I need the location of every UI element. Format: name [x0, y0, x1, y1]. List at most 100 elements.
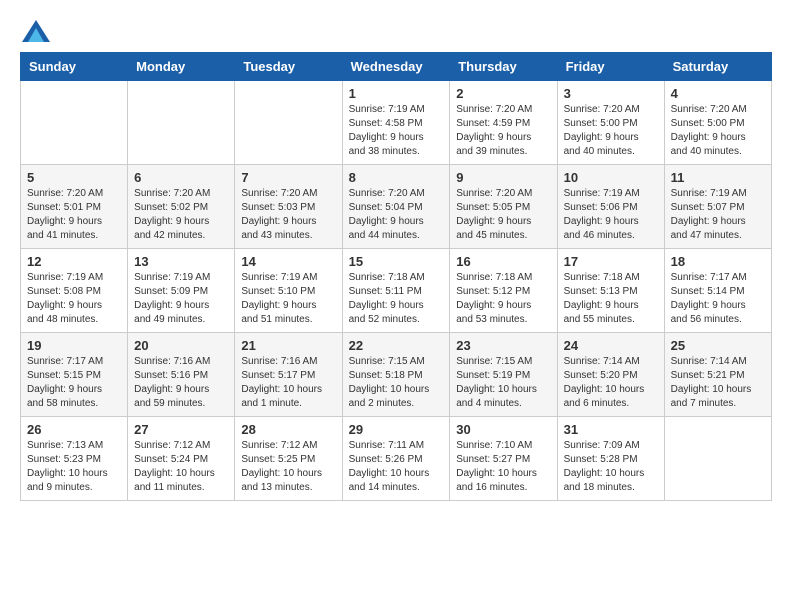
calendar-cell [21, 81, 128, 165]
calendar-cell: 8 Sunrise: 7:20 AM Sunset: 5:04 PM Daylig… [342, 165, 450, 249]
day-info: Sunrise: 7:19 AM Sunset: 5:06 PM Dayligh… [564, 187, 658, 243]
calendar-cell [235, 81, 342, 165]
day-info: Sunrise: 7:18 AM Sunset: 5:13 PM Dayligh… [564, 271, 658, 327]
day-number: 2 [456, 86, 550, 101]
day-info: Sunrise: 7:17 AM Sunset: 5:15 PM Dayligh… [27, 355, 121, 411]
day-number: 31 [564, 422, 658, 437]
day-info: Sunrise: 7:18 AM Sunset: 5:11 PM Dayligh… [349, 271, 444, 327]
logo-icon [22, 20, 50, 42]
calendar-cell: 25 Sunrise: 7:14 AM Sunset: 5:21 PM Dayli… [664, 333, 771, 417]
day-number: 10 [564, 170, 658, 185]
calendar-cell: 27 Sunrise: 7:12 AM Sunset: 5:24 PM Dayli… [128, 417, 235, 501]
day-info: Sunrise: 7:19 AM Sunset: 4:58 PM Dayligh… [349, 103, 444, 159]
day-number: 11 [671, 170, 765, 185]
day-number: 16 [456, 254, 550, 269]
day-number: 28 [241, 422, 335, 437]
day-info: Sunrise: 7:19 AM Sunset: 5:07 PM Dayligh… [671, 187, 765, 243]
calendar-cell: 28Sunrise: 7:12 AM Sunset: 5:25 PM Dayli… [235, 417, 342, 501]
calendar-week-1: 1 Sunrise: 7:19 AM Sunset: 4:58 PM Daylig… [21, 81, 772, 165]
day-number: 20 [134, 338, 228, 353]
calendar-week-2: 5 Sunrise: 7:20 AM Sunset: 5:01 PM Daylig… [21, 165, 772, 249]
calendar-cell: 16 Sunrise: 7:18 AM Sunset: 5:12 PM Dayli… [450, 249, 557, 333]
day-header-wednesday: Wednesday [342, 53, 450, 81]
calendar-cell: 4 Sunrise: 7:20 AM Sunset: 5:00 PM Daylig… [664, 81, 771, 165]
calendar-cell [128, 81, 235, 165]
calendar-cell: 11 Sunrise: 7:19 AM Sunset: 5:07 PM Dayli… [664, 165, 771, 249]
day-number: 21 [241, 338, 335, 353]
day-number: 18 [671, 254, 765, 269]
day-info: Sunrise: 7:20 AM Sunset: 5:00 PM Dayligh… [671, 103, 765, 159]
calendar-cell: 22Sunrise: 7:15 AM Sunset: 5:18 PM Dayli… [342, 333, 450, 417]
day-number: 1 [349, 86, 444, 101]
calendar-cell: 19 Sunrise: 7:17 AM Sunset: 5:15 PM Dayli… [21, 333, 128, 417]
calendar-cell: 5 Sunrise: 7:20 AM Sunset: 5:01 PM Daylig… [21, 165, 128, 249]
logo [20, 20, 50, 42]
day-number: 14 [241, 254, 335, 269]
day-number: 22 [349, 338, 444, 353]
day-number: 3 [564, 86, 658, 101]
day-info: Sunrise: 7:19 AM Sunset: 5:09 PM Dayligh… [134, 271, 228, 327]
day-info: Sunrise: 7:15 AM Sunset: 5:19 PM Dayligh… [456, 355, 550, 411]
calendar-cell: 7 Sunrise: 7:20 AM Sunset: 5:03 PM Daylig… [235, 165, 342, 249]
calendar-table: SundayMondayTuesdayWednesdayThursdayFrid… [20, 52, 772, 501]
day-header-monday: Monday [128, 53, 235, 81]
day-number: 13 [134, 254, 228, 269]
calendar-cell: 10 Sunrise: 7:19 AM Sunset: 5:06 PM Dayli… [557, 165, 664, 249]
day-number: 24 [564, 338, 658, 353]
day-number: 5 [27, 170, 121, 185]
day-number: 15 [349, 254, 444, 269]
day-number: 26 [27, 422, 121, 437]
day-info: Sunrise: 7:13 AM Sunset: 5:23 PM Dayligh… [27, 439, 121, 495]
day-info: Sunrise: 7:16 AM Sunset: 5:16 PM Dayligh… [134, 355, 228, 411]
day-info: Sunrise: 7:20 AM Sunset: 5:01 PM Dayligh… [27, 187, 121, 243]
day-number: 4 [671, 86, 765, 101]
day-number: 12 [27, 254, 121, 269]
calendar-cell: 14 Sunrise: 7:19 AM Sunset: 5:10 PM Dayli… [235, 249, 342, 333]
day-info: Sunrise: 7:17 AM Sunset: 5:14 PM Dayligh… [671, 271, 765, 327]
calendar-cell: 1 Sunrise: 7:19 AM Sunset: 4:58 PM Daylig… [342, 81, 450, 165]
day-header-sunday: Sunday [21, 53, 128, 81]
day-number: 9 [456, 170, 550, 185]
calendar-cell: 18 Sunrise: 7:17 AM Sunset: 5:14 PM Dayli… [664, 249, 771, 333]
day-info: Sunrise: 7:19 AM Sunset: 5:08 PM Dayligh… [27, 271, 121, 327]
day-number: 7 [241, 170, 335, 185]
day-info: Sunrise: 7:20 AM Sunset: 5:02 PM Dayligh… [134, 187, 228, 243]
day-number: 23 [456, 338, 550, 353]
day-info: Sunrise: 7:18 AM Sunset: 5:12 PM Dayligh… [456, 271, 550, 327]
day-info: Sunrise: 7:20 AM Sunset: 5:04 PM Dayligh… [349, 187, 444, 243]
calendar-week-5: 26 Sunrise: 7:13 AM Sunset: 5:23 PM Dayli… [21, 417, 772, 501]
day-info: Sunrise: 7:12 AM Sunset: 5:24 PM Dayligh… [134, 439, 228, 495]
calendar-week-3: 12 Sunrise: 7:19 AM Sunset: 5:08 PM Dayli… [21, 249, 772, 333]
day-info: Sunrise: 7:11 AM Sunset: 5:26 PM Dayligh… [349, 439, 444, 495]
calendar-cell: 20 Sunrise: 7:16 AM Sunset: 5:16 PM Dayli… [128, 333, 235, 417]
day-number: 30 [456, 422, 550, 437]
day-info: Sunrise: 7:20 AM Sunset: 5:03 PM Dayligh… [241, 187, 335, 243]
day-info: Sunrise: 7:20 AM Sunset: 5:00 PM Dayligh… [564, 103, 658, 159]
page-header [20, 20, 772, 42]
day-info: Sunrise: 7:20 AM Sunset: 5:05 PM Dayligh… [456, 187, 550, 243]
calendar-cell: 15 Sunrise: 7:18 AM Sunset: 5:11 PM Dayli… [342, 249, 450, 333]
day-header-saturday: Saturday [664, 53, 771, 81]
calendar-week-4: 19 Sunrise: 7:17 AM Sunset: 5:15 PM Dayli… [21, 333, 772, 417]
calendar-cell: 31 Sunrise: 7:09 AM Sunset: 5:28 PM Dayli… [557, 417, 664, 501]
day-number: 27 [134, 422, 228, 437]
calendar-cell: 29 Sunrise: 7:11 AM Sunset: 5:26 PM Dayli… [342, 417, 450, 501]
day-info: Sunrise: 7:16 AM Sunset: 5:17 PM Dayligh… [241, 355, 335, 411]
day-number: 19 [27, 338, 121, 353]
calendar-cell: 12 Sunrise: 7:19 AM Sunset: 5:08 PM Dayli… [21, 249, 128, 333]
day-info: Sunrise: 7:14 AM Sunset: 5:21 PM Dayligh… [671, 355, 765, 411]
day-number: 8 [349, 170, 444, 185]
day-header-tuesday: Tuesday [235, 53, 342, 81]
day-info: Sunrise: 7:14 AM Sunset: 5:20 PM Dayligh… [564, 355, 658, 411]
day-info: Sunrise: 7:09 AM Sunset: 5:28 PM Dayligh… [564, 439, 658, 495]
calendar-cell: 3 Sunrise: 7:20 AM Sunset: 5:00 PM Daylig… [557, 81, 664, 165]
calendar-cell: 13 Sunrise: 7:19 AM Sunset: 5:09 PM Dayli… [128, 249, 235, 333]
day-number: 29 [349, 422, 444, 437]
calendar-header-row: SundayMondayTuesdayWednesdayThursdayFrid… [21, 53, 772, 81]
day-header-friday: Friday [557, 53, 664, 81]
calendar-cell: 24 Sunrise: 7:14 AM Sunset: 5:20 PM Dayli… [557, 333, 664, 417]
day-header-thursday: Thursday [450, 53, 557, 81]
day-number: 25 [671, 338, 765, 353]
day-number: 6 [134, 170, 228, 185]
day-info: Sunrise: 7:19 AM Sunset: 5:10 PM Dayligh… [241, 271, 335, 327]
